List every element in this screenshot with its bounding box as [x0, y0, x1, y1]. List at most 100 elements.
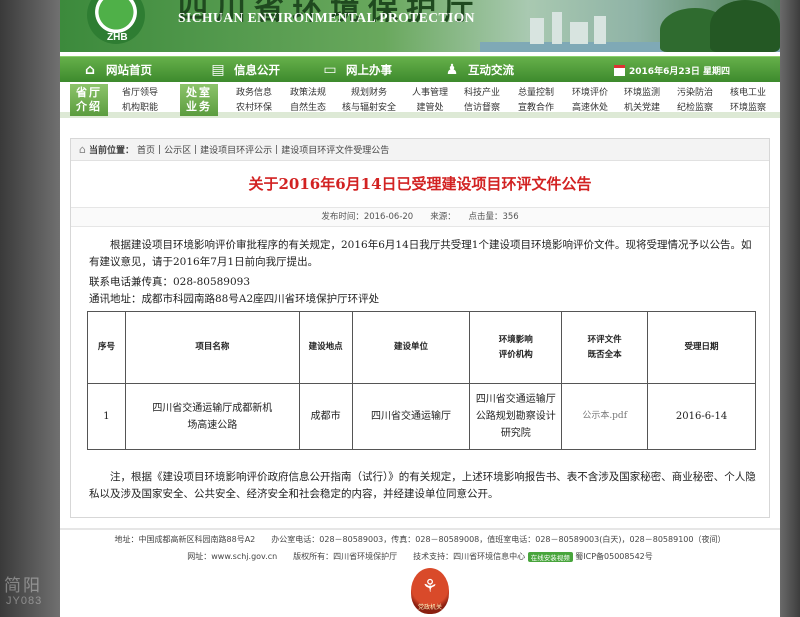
- monitor-icon: ▭: [323, 62, 337, 78]
- subnav-link[interactable]: 污染防治: [677, 86, 713, 101]
- footer-divider: [60, 528, 780, 530]
- footer-icp[interactable]: 蜀ICP备05008542号: [575, 552, 653, 561]
- date-text: 2016年6月23日 星期四: [629, 66, 730, 77]
- column-header: 建设地点: [298, 311, 353, 384]
- column-header: 环境影响 评价机构: [469, 311, 563, 384]
- subnav-link[interactable]: 科技产业: [464, 86, 500, 101]
- subnav-link[interactable]: 建管处: [412, 101, 448, 116]
- subnav-link[interactable]: 核电工业: [730, 86, 766, 101]
- contact-phone: 联系电话兼传真：028-80589093: [89, 276, 251, 288]
- calendar-icon: [614, 64, 626, 76]
- table-header-row: 序号 项目名称 建设地点 建设单位 环境影响 评价机构 环评文件 既否全本 受理…: [87, 311, 756, 384]
- subnav-tag-intro[interactable]: 省厅介绍: [70, 84, 108, 116]
- breadcrumb-label: 当前位置：: [88, 146, 134, 156]
- home-icon: ⌂: [84, 62, 96, 78]
- table-cell: 四川省交通运输厅成都新机场高速公路: [124, 383, 300, 450]
- party-government-emblem[interactable]: ⚘ 党政机关: [411, 568, 449, 614]
- subnav-link[interactable]: 环境监测: [624, 86, 660, 101]
- footer-copyright: 网址：www.schj.gov.cn 版权所有：四川省环境保护厅 技术支持：四川…: [187, 552, 526, 561]
- pdf-link[interactable]: 公示本.pdf: [561, 383, 649, 450]
- sub-nav: 省厅介绍 省厅领导 机构职能 处室业务 政务信息 农村环保 政策法规 自然生态 …: [60, 82, 780, 118]
- site-title-en: SICHUAN ENVIRONMENTAL PROTECTION: [178, 10, 476, 25]
- subnav-link[interactable]: 总量控制: [518, 86, 554, 101]
- breadcrumb-item[interactable]: 公示区: [164, 143, 191, 156]
- article-note: 注，根据《建设项目环境影响评价政府信息公开指南（试行）》的有关规定，上述环境影响…: [89, 471, 756, 500]
- watermark-code: JY083: [6, 595, 43, 607]
- column-header: 建设单位: [351, 311, 471, 384]
- subnav-col: 污染防治 纪检监察: [677, 86, 713, 116]
- right-background: [780, 0, 800, 617]
- subnav-link[interactable]: 核与辐射安全: [342, 101, 396, 116]
- article-container: ⌂ 当前位置： 首页 | 公示区 | 建设项目环评公示 | 建设项目环评文件受理…: [70, 138, 770, 518]
- table-cell: 四川省交通运输厅: [351, 383, 471, 450]
- subnav-col: 环境评价 高速休处: [572, 86, 608, 116]
- subnav-link[interactable]: 纪检监察: [677, 101, 713, 116]
- breadcrumb-separator: |: [275, 144, 279, 155]
- subnav-link[interactable]: 自然生态: [290, 101, 326, 116]
- subnav-link[interactable]: 机构职能: [122, 101, 158, 116]
- article-paragraph: 根据建设项目环境影响评价审批程序的有关规定，2016年6月14日我厅共受理1个建…: [89, 239, 752, 268]
- document-icon: ▤: [211, 62, 225, 78]
- left-background: [0, 0, 60, 617]
- subnav-tag-business[interactable]: 处室业务: [180, 84, 218, 116]
- breadcrumb-separator: |: [158, 144, 162, 155]
- subnav-col: 规划财务 核与辐射安全: [342, 86, 396, 116]
- breadcrumb: ⌂ 当前位置： 首页 | 公示区 | 建设项目环评公示 | 建设项目环评文件受理…: [71, 139, 769, 161]
- home-icon: ⌂: [79, 143, 86, 156]
- emblem-text: 党政机关: [417, 604, 442, 611]
- subnav-link[interactable]: 规划财务: [342, 86, 396, 101]
- subnav-col: 总量控制 宣教合作: [518, 86, 554, 116]
- contact-address: 通讯地址：成都市科园南路88号A2座四川省环境保护厅环评处: [89, 293, 380, 305]
- nav-interaction-label: 互动交流: [468, 63, 514, 77]
- nav-interaction[interactable]: ♟ 互动交流: [444, 57, 514, 83]
- nav-info-disclosure[interactable]: ▤ 信息公开: [210, 57, 280, 83]
- current-date: 2016年6月23日 星期四: [614, 57, 730, 83]
- watermark: 简阳: [4, 576, 42, 596]
- breadcrumb-separator: |: [194, 144, 198, 155]
- subnav-link[interactable]: 高速休处: [572, 101, 608, 116]
- table-row: 1 四川省交通运输厅成都新机场高速公路 成都市 四川省交通运输厅 四川省交通运输…: [87, 383, 756, 450]
- main-nav: ⌂ 网站首页 ▤ 信息公开 ▭ 网上办事 ♟ 互动交流 2016年6月23日 星…: [60, 56, 780, 82]
- nav-online-service[interactable]: ▭ 网上办事: [322, 57, 392, 83]
- column-header: 环评文件 既否全本: [561, 311, 649, 384]
- footer-badge[interactable]: 在线安装视频: [527, 551, 573, 562]
- subnav-col: 省厅领导 机构职能: [122, 86, 158, 116]
- subnav-link[interactable]: 宣教合作: [518, 101, 554, 116]
- footer-address: 地址：中国成都高新区科园南路88号A2 办公室电话：028－80589003，传…: [114, 535, 726, 544]
- subnav-link[interactable]: 省厅领导: [122, 86, 158, 101]
- subnav-col: 核电工业 环境监察: [730, 86, 766, 116]
- nav-home-label: 网站首页: [106, 63, 152, 77]
- table-cell: 四川省交通运输厅公路规划勘察设计研究院: [469, 383, 563, 450]
- subnav-link[interactable]: 信访督察: [464, 101, 500, 116]
- breadcrumb-item[interactable]: 建设项目环评文件受理公告: [281, 143, 389, 156]
- subnav-link[interactable]: 农村环保: [236, 101, 272, 116]
- breadcrumb-item[interactable]: 首页: [137, 143, 155, 156]
- emblem-icon: ⚘: [421, 576, 439, 597]
- logo-text: ZHB: [107, 32, 128, 43]
- subnav-link[interactable]: 环境监察: [730, 101, 766, 116]
- project-table: 序号 项目名称 建设地点 建设单位 环境影响 评价机构 环评文件 既否全本 受理…: [87, 311, 756, 450]
- subnav-link[interactable]: 机关党建: [624, 101, 660, 116]
- subnav-link[interactable]: 环境评价: [572, 86, 608, 101]
- table-cell: 1: [87, 383, 126, 450]
- column-header: 项目名称: [124, 311, 300, 384]
- nav-service-label: 网上办事: [346, 63, 392, 77]
- nav-home[interactable]: ⌂ 网站首页: [82, 57, 152, 83]
- nav-info-label: 信息公开: [234, 63, 280, 77]
- column-header: 序号: [87, 311, 126, 384]
- page: ZHB 四川省环境保护厅 SICHUAN ENVIRONMENTAL PROTE…: [60, 0, 780, 617]
- breadcrumb-item[interactable]: 建设项目环评公示: [200, 143, 272, 156]
- subnav-col: 政务信息 农村环保: [236, 86, 272, 116]
- article-meta: 发布时间：2016-06-20 来源： 点击量：356: [71, 207, 769, 227]
- subnav-col: 环境监测 机关党建: [624, 86, 660, 116]
- subnav-link[interactable]: 人事管理: [412, 86, 448, 101]
- site-banner: ZHB 四川省环境保护厅 SICHUAN ENVIRONMENTAL PROTE…: [60, 0, 780, 52]
- banner-tree: [710, 0, 780, 52]
- article-title: 关于2016年6月14日已受理建设项目环评文件公告: [248, 175, 592, 193]
- subnav-link[interactable]: 政务信息: [236, 86, 272, 101]
- subnav-link[interactable]: 政策法规: [290, 86, 326, 101]
- footer-info: 网址：www.schj.gov.cn 版权所有：四川省环境保护厅 技术支持：四川…: [60, 551, 780, 562]
- table-cell: 成都市: [298, 383, 353, 450]
- subnav-col: 科技产业 信访督察: [464, 86, 500, 116]
- subnav-col: 政策法规 自然生态: [290, 86, 326, 116]
